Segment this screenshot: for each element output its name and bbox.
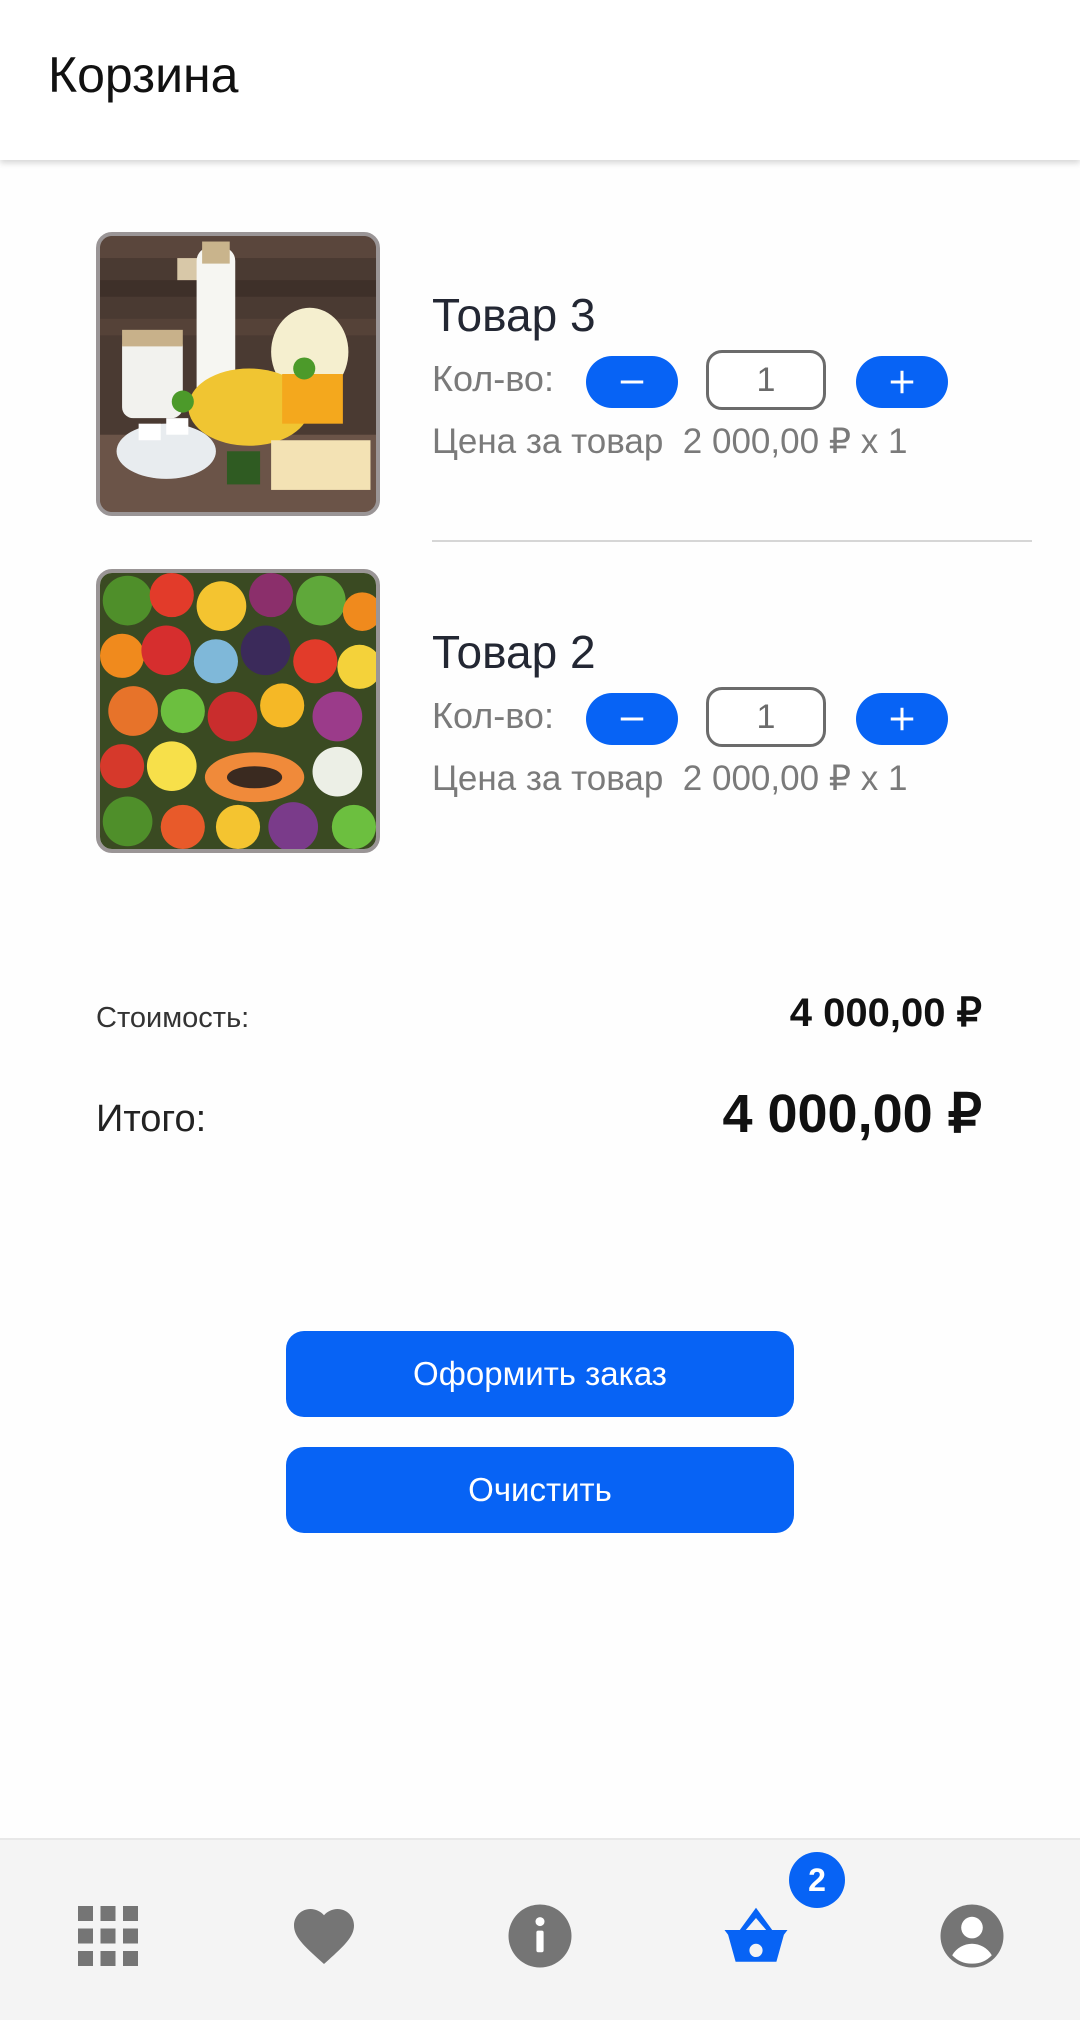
quantity-field[interactable] xyxy=(706,350,826,410)
plus-icon xyxy=(890,707,914,731)
page-title: Корзина xyxy=(48,47,239,103)
grid-icon xyxy=(78,1906,138,1966)
plus-icon xyxy=(890,370,914,394)
product-name: Товар 2 xyxy=(432,626,596,678)
place-order-button[interactable]: Оформить заказ xyxy=(286,1331,794,1417)
minus-icon xyxy=(620,717,644,721)
cart-item: Товар 3 Кол-во: Цена за товар 2 000,00 ₽… xyxy=(0,232,1080,522)
info-icon xyxy=(508,1904,572,1968)
nav-profile[interactable] xyxy=(932,1896,1012,1976)
decrease-quantity-button[interactable] xyxy=(586,356,678,408)
bottom-navigation xyxy=(0,1838,1080,2020)
account-icon xyxy=(940,1904,1004,1968)
product-name: Товар 3 xyxy=(432,289,596,341)
quantity-label: Кол-во: xyxy=(432,695,554,736)
app-bar: Корзина xyxy=(0,0,1080,160)
quantity-field[interactable] xyxy=(706,687,826,747)
cost-label: Стоимость: xyxy=(96,1002,250,1034)
item-divider xyxy=(432,540,1032,542)
quantity-label: Кол-во: xyxy=(432,358,554,399)
clear-cart-button[interactable]: Очистить xyxy=(286,1447,794,1533)
increase-quantity-button[interactable] xyxy=(856,693,948,745)
total-value: 4 000,00 ₽ xyxy=(722,1084,982,1144)
unit-price: Цена за товар 2 000,00 ₽ x 1 xyxy=(432,422,908,461)
basket-icon xyxy=(724,1907,788,1962)
total-label: Итого: xyxy=(96,1098,207,1140)
product-image-dairy[interactable] xyxy=(96,232,380,516)
nav-catalog[interactable] xyxy=(68,1896,148,1976)
decrease-quantity-button[interactable] xyxy=(586,693,678,745)
nav-cart[interactable] xyxy=(716,1896,796,1976)
unit-price: Цена за товар 2 000,00 ₽ x 1 xyxy=(432,759,908,798)
increase-quantity-button[interactable] xyxy=(856,356,948,408)
heart-icon xyxy=(294,1909,354,1965)
product-image-vegetables[interactable] xyxy=(96,569,380,853)
nav-favorites[interactable] xyxy=(284,1896,364,1976)
minus-icon xyxy=(620,380,644,384)
cost-value: 4 000,00 ₽ xyxy=(789,991,982,1035)
nav-info[interactable] xyxy=(500,1896,580,1976)
cart-item: Товар 2 Кол-во: Цена за товар 2 000,00 ₽… xyxy=(0,569,1080,859)
cart-count-badge: 2 xyxy=(789,1852,845,1908)
